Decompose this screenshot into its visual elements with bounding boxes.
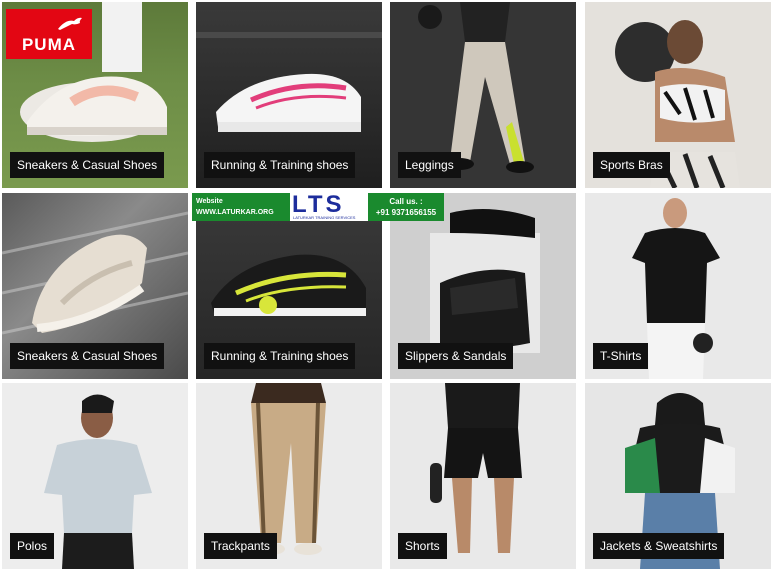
tile-label: Running & Training shoes	[204, 343, 356, 369]
puma-logo-text: PUMA	[21, 35, 77, 54]
tile-label: Running & Training shoes	[204, 152, 356, 178]
tile-sneakers-casual-2[interactable]: Sneakers & Casual Shoes	[2, 193, 188, 379]
tile-label: Polos	[10, 533, 55, 559]
tile-label: Slippers & Sandals	[398, 343, 514, 369]
phone-number: +91 9371656155	[375, 208, 437, 217]
tile-sports-bras[interactable]: Sports Bras	[585, 2, 771, 188]
tile-trackpants[interactable]: Trackpants	[196, 383, 382, 569]
category-grid: PUMA Sneakers & Casual Shoes Running & T…	[0, 0, 778, 578]
lts-watermark-banner: Website WWW.LATURKAR.ORG LTS LATURKAR TR…	[192, 191, 444, 221]
tile-label: Jackets & Sweatshirts	[593, 533, 725, 559]
tile-polos[interactable]: Polos	[2, 383, 188, 569]
tile-running-training-1[interactable]: Running & Training shoes	[196, 2, 382, 188]
tile-label: Trackpants	[204, 533, 277, 559]
tile-jackets-sweatshirts[interactable]: Jackets & Sweatshirts	[585, 383, 771, 569]
tile-sneakers-casual-1[interactable]: PUMA Sneakers & Casual Shoes	[2, 2, 188, 188]
website-block: Website WWW.LATURKAR.ORG	[192, 193, 290, 221]
lts-logo: LTS LATURKAR TRAINING SERVICES	[290, 191, 368, 221]
call-block: Call us. : +91 9371656155	[368, 193, 444, 221]
puma-logo: PUMA	[6, 9, 92, 59]
tile-leggings[interactable]: Leggings	[390, 2, 576, 188]
puma-cat-icon	[58, 17, 82, 30]
tile-t-shirts[interactable]: T-Shirts	[585, 193, 771, 379]
tile-label: Sneakers & Casual Shoes	[10, 152, 165, 178]
website-url: WWW.LATURKAR.ORG	[196, 209, 274, 216]
call-label: Call us. :	[389, 197, 423, 206]
tile-label: Shorts	[398, 533, 447, 559]
lts-logo-subtext: LATURKAR TRAINING SERVICES	[293, 215, 356, 220]
tile-label: Leggings	[398, 152, 461, 178]
tile-label: Sports Bras	[593, 152, 670, 178]
website-label: Website	[196, 198, 223, 205]
lts-logo-letters: LTS	[292, 191, 345, 218]
tile-label: Sneakers & Casual Shoes	[10, 343, 165, 369]
tile-label: T-Shirts	[593, 343, 649, 369]
tile-shorts[interactable]: Shorts	[390, 383, 576, 569]
